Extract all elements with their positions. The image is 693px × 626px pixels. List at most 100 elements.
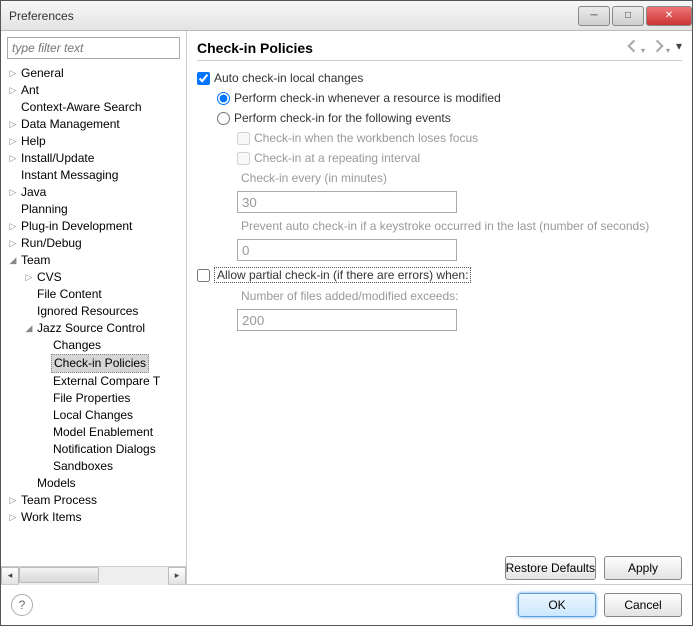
back-icon[interactable]: ▾ [626,39,645,56]
tree-item[interactable]: ▷Ignored Resources [7,303,186,320]
tree-item[interactable]: ▷Instant Messaging [7,167,186,184]
tree-item[interactable]: ◢Team [7,252,186,269]
expand-icon[interactable]: ▷ [7,116,19,133]
tree-item-label[interactable]: CVS [35,269,64,286]
help-icon[interactable]: ? [11,594,33,616]
expand-icon[interactable]: ▷ [7,492,19,509]
tree-item-label[interactable]: Local Changes [51,407,135,424]
expand-icon[interactable]: ▷ [7,150,19,167]
tree-item[interactable]: ▷File Content [7,286,186,303]
ok-button[interactable]: OK [518,593,596,617]
tree-item-label[interactable]: Team [19,252,52,269]
tree-item[interactable]: ▷General [7,65,186,82]
menu-icon[interactable]: ▾ [676,39,682,56]
tree-item-label[interactable]: External Compare T [51,373,162,390]
maximize-button[interactable]: □ [612,6,644,26]
tree-item-label[interactable]: Ignored Resources [35,303,140,320]
lose-focus-checkbox [237,132,250,145]
tree-item[interactable]: ▷Team Process [7,492,186,509]
tree-item-label[interactable]: Context-Aware Search [19,99,144,116]
tree-item[interactable]: ▷Local Changes [7,407,186,424]
allow-partial-label[interactable]: Allow partial check-in (if there are err… [214,267,471,283]
tree-item-label[interactable]: Jazz Source Control [35,320,147,337]
tree-item[interactable]: ▷Help [7,133,186,150]
expand-icon[interactable]: ▷ [7,235,19,252]
tree-item-label[interactable]: Team Process [19,492,99,509]
tree-item[interactable]: ▷Install/Update [7,150,186,167]
allow-partial-checkbox[interactable] [197,269,210,282]
perform-modified-radio[interactable] [217,92,230,105]
tree-item-label[interactable]: Ant [19,82,41,99]
tree-item[interactable]: ▷Work Items [7,509,186,526]
tree-item-label[interactable]: Plug-in Development [19,218,134,235]
perform-modified-label[interactable]: Perform check-in whenever a resource is … [234,91,501,105]
close-button[interactable]: ✕ [646,6,692,26]
expand-icon[interactable]: ▷ [7,65,19,82]
tree-item-label[interactable]: Run/Debug [19,235,84,252]
perform-events-radio[interactable] [217,112,230,125]
page-header: Check-in Policies ▾ ▾ ▾ [197,39,682,61]
tree-item[interactable]: ▷Model Enablement [7,424,186,441]
auto-checkin-row: Auto check-in local changes [197,71,682,85]
tree-item[interactable]: ◢Jazz Source Control [7,320,186,337]
tree-item[interactable]: ▷Data Management [7,116,186,133]
restore-defaults-button[interactable]: Restore Defaults [505,556,596,580]
scroll-right-icon[interactable]: ▸ [168,567,186,585]
tree-item[interactable]: ▷Plug-in Development [7,218,186,235]
tree-item[interactable]: ▷Check-in Policies [7,354,186,373]
tree-item-label[interactable]: Java [19,184,48,201]
tree-item-label[interactable]: File Properties [51,390,132,407]
collapse-icon[interactable]: ◢ [7,252,19,269]
preferences-tree[interactable]: ▷General▷Ant▷Context-Aware Search▷Data M… [1,65,186,566]
cancel-button[interactable]: Cancel [604,593,682,617]
titlebar[interactable]: Preferences ─ □ ✕ [1,1,692,31]
tree-item-label[interactable]: Models [35,475,78,492]
tree-item-label[interactable]: Model Enablement [51,424,155,441]
minimize-button[interactable]: ─ [578,6,610,26]
tree-item-label[interactable]: Work Items [19,509,83,526]
expand-icon[interactable]: ▷ [7,82,19,99]
tree-item[interactable]: ▷Context-Aware Search [7,99,186,116]
tree-item[interactable]: ▷Run/Debug [7,235,186,252]
forward-icon[interactable]: ▾ [651,39,670,56]
tree-item[interactable]: ▷Java [7,184,186,201]
collapse-icon[interactable]: ◢ [23,320,35,337]
expand-icon[interactable]: ▷ [7,218,19,235]
apply-button[interactable]: Apply [604,556,682,580]
tree-item[interactable]: ▷Models [7,475,186,492]
tree-item-label[interactable]: General [19,65,66,82]
tree-item-label[interactable]: Changes [51,337,103,354]
tree-item[interactable]: ▷Notification Dialogs [7,441,186,458]
tree-item[interactable]: ▷Changes [7,337,186,354]
filter-input[interactable] [7,37,180,59]
expand-icon[interactable]: ▷ [23,269,35,286]
no-expand-icon: ▷ [7,99,19,116]
tree-item-label[interactable]: Notification Dialogs [51,441,158,458]
tree-item-label[interactable]: Help [19,133,48,150]
expand-icon[interactable]: ▷ [7,133,19,150]
tree-item-label[interactable]: Check-in Policies [51,354,149,373]
tree-item[interactable]: ▷Ant [7,82,186,99]
auto-checkin-checkbox[interactable] [197,72,210,85]
expand-icon[interactable]: ▷ [7,509,19,526]
tree-item[interactable]: ▷External Compare T [7,373,186,390]
horizontal-scrollbar[interactable]: ◂ ▸ [1,566,186,584]
tree-item-label[interactable]: Data Management [19,116,122,133]
tree-item-label[interactable]: Sandboxes [51,458,115,475]
dialog-footer: ? OK Cancel [1,584,692,625]
expand-icon[interactable]: ▷ [7,184,19,201]
tree-item[interactable]: ▷CVS [7,269,186,286]
auto-checkin-label[interactable]: Auto check-in local changes [214,71,363,85]
tree-item-label[interactable]: File Content [35,286,104,303]
tree-item-label[interactable]: Install/Update [19,150,96,167]
tree-item-label[interactable]: Instant Messaging [19,167,120,184]
tree-item-label[interactable]: Planning [19,201,70,218]
perform-events-label[interactable]: Perform check-in for the following event… [234,111,451,125]
perform-events-row: Perform check-in for the following event… [217,111,682,125]
tree-item[interactable]: ▷File Properties [7,390,186,407]
scroll-thumb[interactable] [19,567,99,583]
tree-item[interactable]: ▷Sandboxes [7,458,186,475]
scroll-track[interactable] [19,567,168,585]
scroll-left-icon[interactable]: ◂ [1,567,19,585]
tree-item[interactable]: ▷Planning [7,201,186,218]
